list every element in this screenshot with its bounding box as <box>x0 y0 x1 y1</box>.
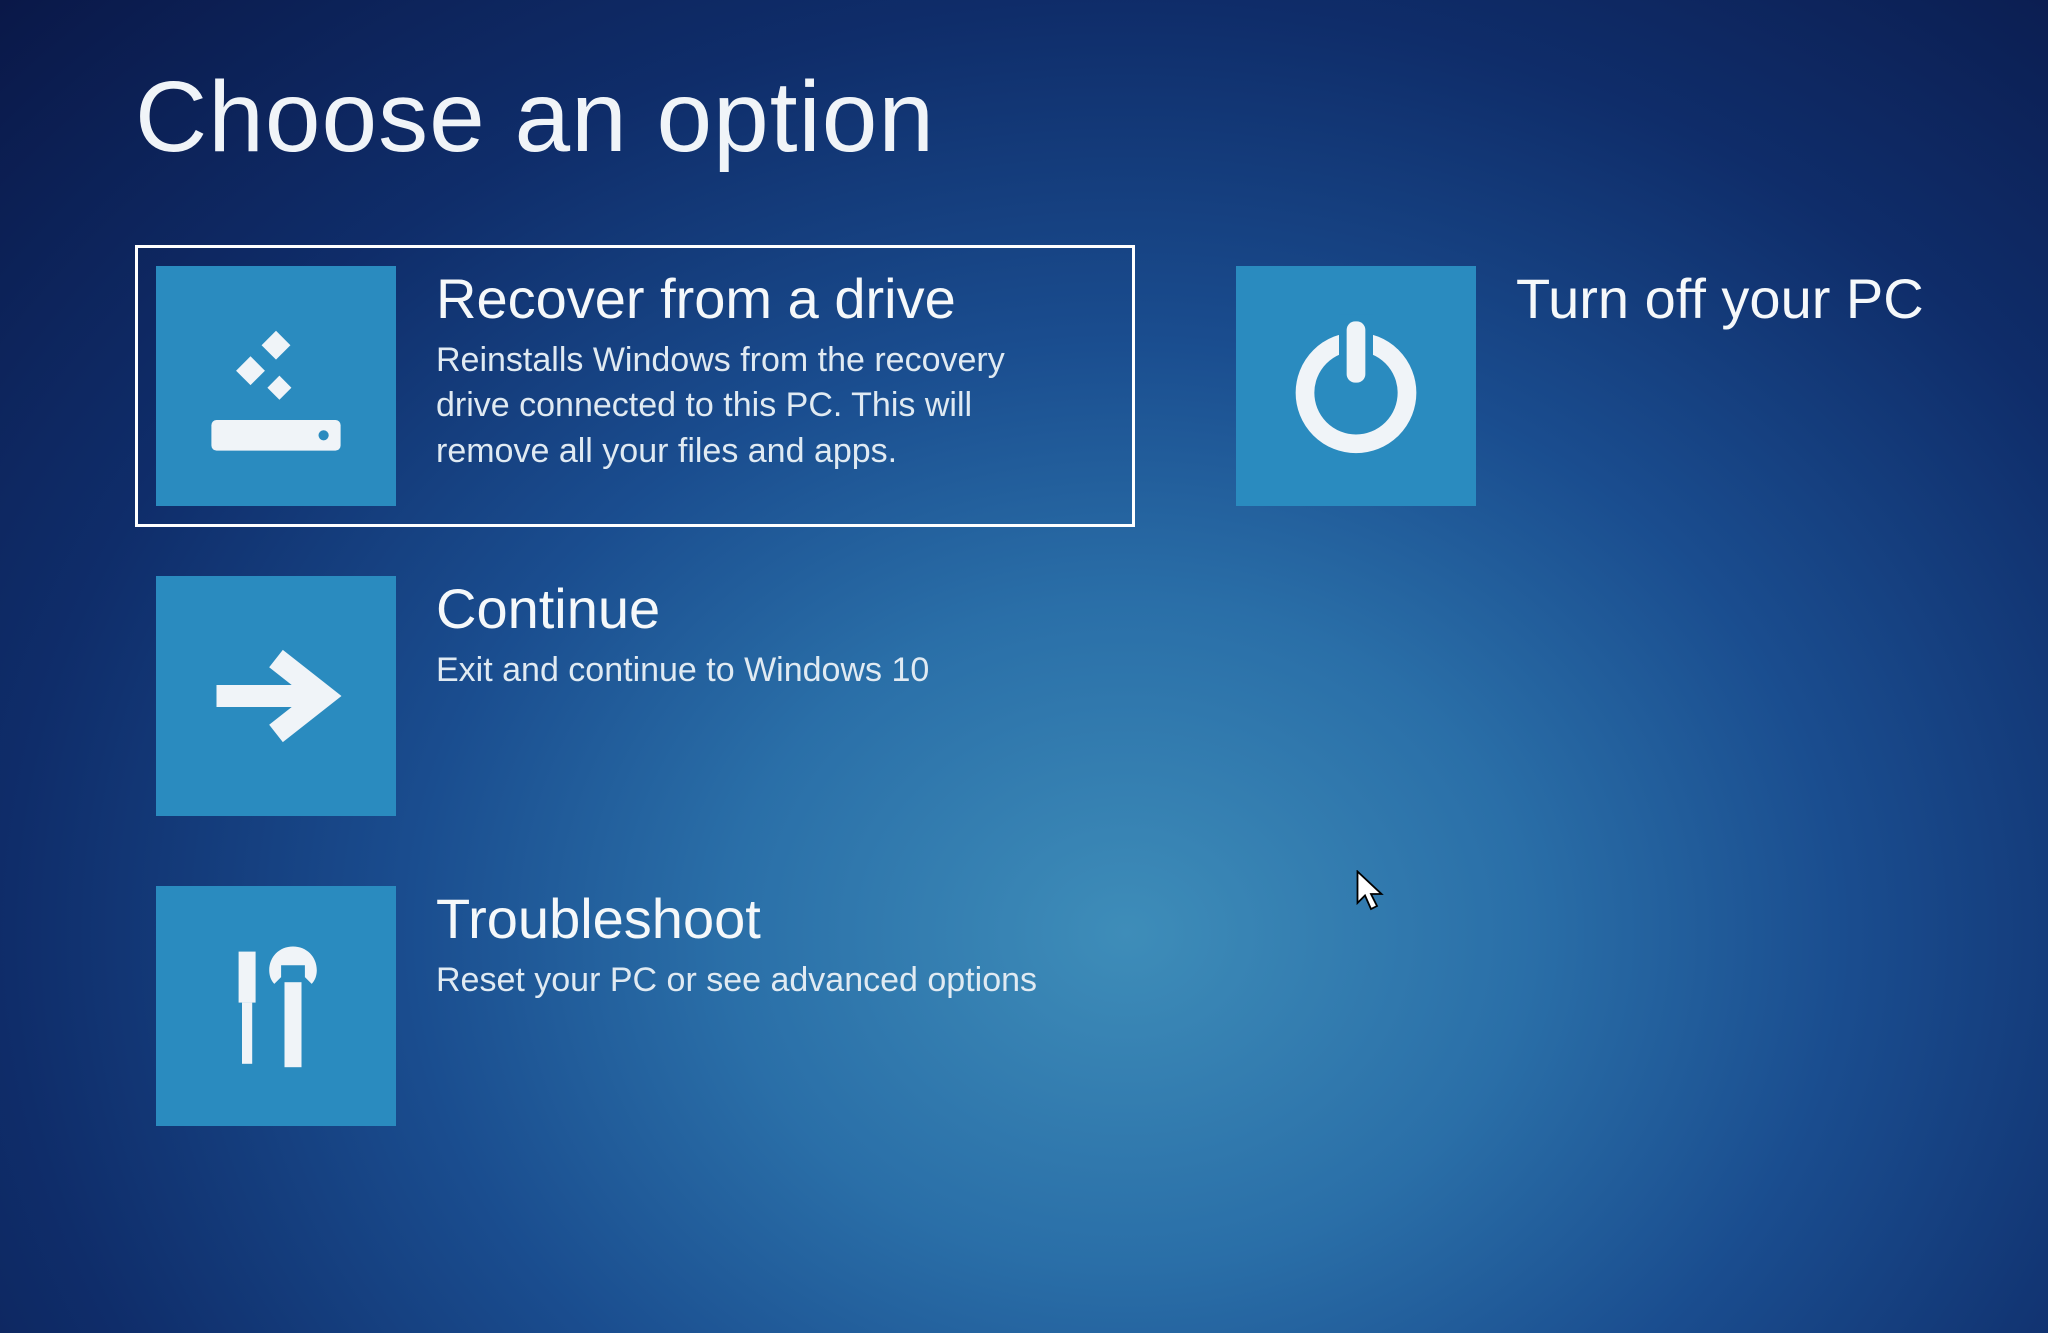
continue-description: Exit and continue to Windows 10 <box>436 648 929 694</box>
troubleshoot-description: Reset your PC or see advanced options <box>436 958 1037 1004</box>
recover-from-drive-tile[interactable]: Recover from a drive Reinstalls Windows … <box>135 245 1135 527</box>
turnoff-title: Turn off your PC <box>1516 268 1924 330</box>
turnoff-text: Turn off your PC <box>1516 266 1924 338</box>
page-title: Choose an option <box>135 60 2048 175</box>
recover-text: Recover from a drive Reinstalls Windows … <box>436 266 1076 475</box>
troubleshoot-tools-icon <box>156 886 396 1126</box>
troubleshoot-tile[interactable]: Troubleshoot Reset your PC or see advanc… <box>135 865 1135 1147</box>
recover-drive-icon <box>156 266 396 506</box>
left-column: Recover from a drive Reinstalls Windows … <box>135 245 1135 1147</box>
troubleshoot-text: Troubleshoot Reset your PC or see advanc… <box>436 886 1037 1003</box>
power-icon <box>1236 266 1476 506</box>
continue-arrow-icon <box>156 576 396 816</box>
continue-text: Continue Exit and continue to Windows 10 <box>436 576 929 693</box>
recover-description: Reinstalls Windows from the recovery dri… <box>436 338 1076 476</box>
options-grid: Recover from a drive Reinstalls Windows … <box>135 245 2048 1147</box>
right-column: Turn off your PC <box>1215 245 2035 1147</box>
recover-title: Recover from a drive <box>436 268 1076 330</box>
continue-title: Continue <box>436 578 929 640</box>
turn-off-pc-tile[interactable]: Turn off your PC <box>1215 245 2035 527</box>
continue-tile[interactable]: Continue Exit and continue to Windows 10 <box>135 555 1135 837</box>
troubleshoot-title: Troubleshoot <box>436 888 1037 950</box>
